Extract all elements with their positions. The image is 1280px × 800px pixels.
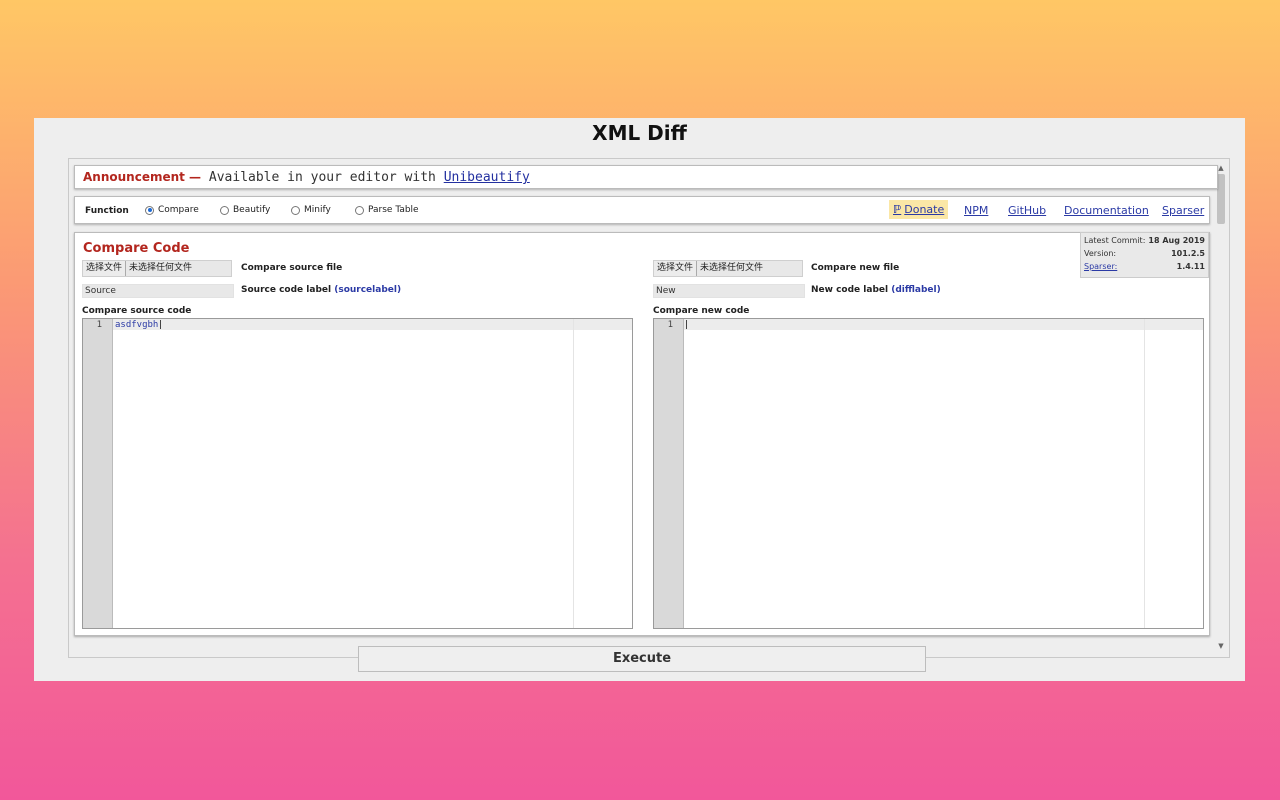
label-text: Source code label bbox=[241, 285, 332, 295]
print-margin bbox=[1144, 319, 1145, 628]
active-line bbox=[684, 319, 1203, 330]
npm-link[interactable]: NPM bbox=[964, 204, 988, 217]
active-line bbox=[113, 319, 632, 330]
label-hint: (sourcelabel) bbox=[334, 285, 402, 295]
sparser-link[interactable]: Sparser: bbox=[1084, 262, 1117, 271]
latest-commit-value: 18 Aug 2019 bbox=[1148, 236, 1205, 245]
file-status: 未选择任何文件 bbox=[700, 263, 764, 273]
label-hint: (difflabel) bbox=[891, 285, 941, 295]
new-code-label-text: New code label (difflabel) bbox=[811, 285, 941, 295]
function-bar: Function Compare Beautify Minify Parse T… bbox=[74, 196, 1210, 224]
execute-button[interactable]: Execute bbox=[358, 646, 926, 672]
version-info-box: Latest Commit: 18 Aug 2019 Version: 101.… bbox=[1080, 232, 1209, 278]
choose-file-button[interactable]: 选择文件 bbox=[83, 261, 127, 276]
scroll-thumb[interactable] bbox=[1217, 174, 1225, 224]
scrollbar[interactable]: ▲ ▼ bbox=[1214, 162, 1228, 652]
announcement-lead: Announcement — bbox=[83, 170, 202, 184]
line-number: 1 bbox=[667, 320, 673, 330]
donate-button[interactable]: ℙ Donate bbox=[889, 200, 948, 219]
source-label-input[interactable]: Source bbox=[82, 284, 234, 298]
line-gutter: 1 bbox=[654, 319, 684, 628]
donate-label: Donate bbox=[904, 203, 945, 216]
new-file-input[interactable]: 选择文件 未选择任何文件 bbox=[653, 260, 803, 277]
choose-file-button[interactable]: 选择文件 bbox=[654, 261, 698, 276]
radio-label: Parse Table bbox=[368, 205, 419, 215]
radio-parse-table[interactable]: Parse Table bbox=[355, 205, 419, 215]
browser-window: XML Diff ▲ ▼ Announcement — Available in… bbox=[34, 118, 1245, 681]
page-title: XML Diff bbox=[592, 121, 687, 145]
source-code-label-text: Source code label (sourcelabel) bbox=[241, 285, 401, 295]
source-code-editor[interactable]: 1 asdfvgbh bbox=[82, 318, 633, 629]
text-cursor bbox=[686, 320, 687, 329]
announcement-text: Available in your editor with bbox=[208, 170, 436, 185]
radio-label: Compare bbox=[158, 205, 199, 215]
announcement-bar: Announcement — Available in your editor … bbox=[74, 165, 1218, 189]
radio-selected-icon[interactable] bbox=[145, 205, 154, 215]
version-label: Version: bbox=[1084, 249, 1117, 258]
code-line[interactable]: asdfvgbh bbox=[115, 320, 158, 330]
new-code-editor[interactable]: 1 bbox=[653, 318, 1204, 629]
label-text: New code label bbox=[811, 285, 889, 295]
source-file-input[interactable]: 选择文件 未选择任何文件 bbox=[82, 260, 232, 277]
radio-compare[interactable]: Compare bbox=[145, 205, 199, 215]
radio-label: Minify bbox=[304, 205, 331, 215]
radio-beautify[interactable]: Beautify bbox=[220, 205, 270, 215]
line-gutter: 1 bbox=[83, 319, 113, 628]
unibeautify-link[interactable]: Unibeautify bbox=[444, 170, 530, 185]
new-file-label: Compare new file bbox=[811, 263, 900, 273]
sparser-link[interactable]: Sparser bbox=[1162, 204, 1204, 217]
source-file-label: Compare source file bbox=[241, 263, 343, 273]
scroll-up-icon[interactable]: ▲ bbox=[1217, 164, 1225, 172]
radio-icon[interactable] bbox=[220, 205, 229, 215]
compare-title: Compare Code bbox=[83, 241, 190, 256]
source-code-heading: Compare source code bbox=[82, 306, 192, 316]
latest-commit-label: Latest Commit: bbox=[1084, 236, 1146, 245]
function-label: Function bbox=[85, 206, 129, 216]
print-margin bbox=[573, 319, 574, 628]
radio-icon[interactable] bbox=[355, 205, 364, 215]
github-link[interactable]: GitHub bbox=[1008, 204, 1046, 217]
radio-icon[interactable] bbox=[291, 205, 300, 215]
new-code-heading: Compare new code bbox=[653, 306, 750, 316]
documentation-link[interactable]: Documentation bbox=[1064, 204, 1149, 217]
paypal-icon: ℙ bbox=[893, 203, 902, 216]
radio-minify[interactable]: Minify bbox=[291, 205, 331, 215]
sparser-version: 1.4.11 bbox=[1176, 262, 1205, 271]
file-status: 未选择任何文件 bbox=[129, 263, 193, 273]
scroll-down-icon[interactable]: ▼ bbox=[1217, 642, 1225, 650]
new-label-input[interactable]: New bbox=[653, 284, 805, 298]
compare-panel: Compare Code 选择文件 未选择任何文件 Compare source … bbox=[74, 232, 1210, 636]
radio-label: Beautify bbox=[233, 205, 271, 215]
line-number: 1 bbox=[96, 320, 102, 330]
text-cursor bbox=[160, 320, 161, 329]
version-value: 101.2.5 bbox=[1171, 249, 1205, 258]
